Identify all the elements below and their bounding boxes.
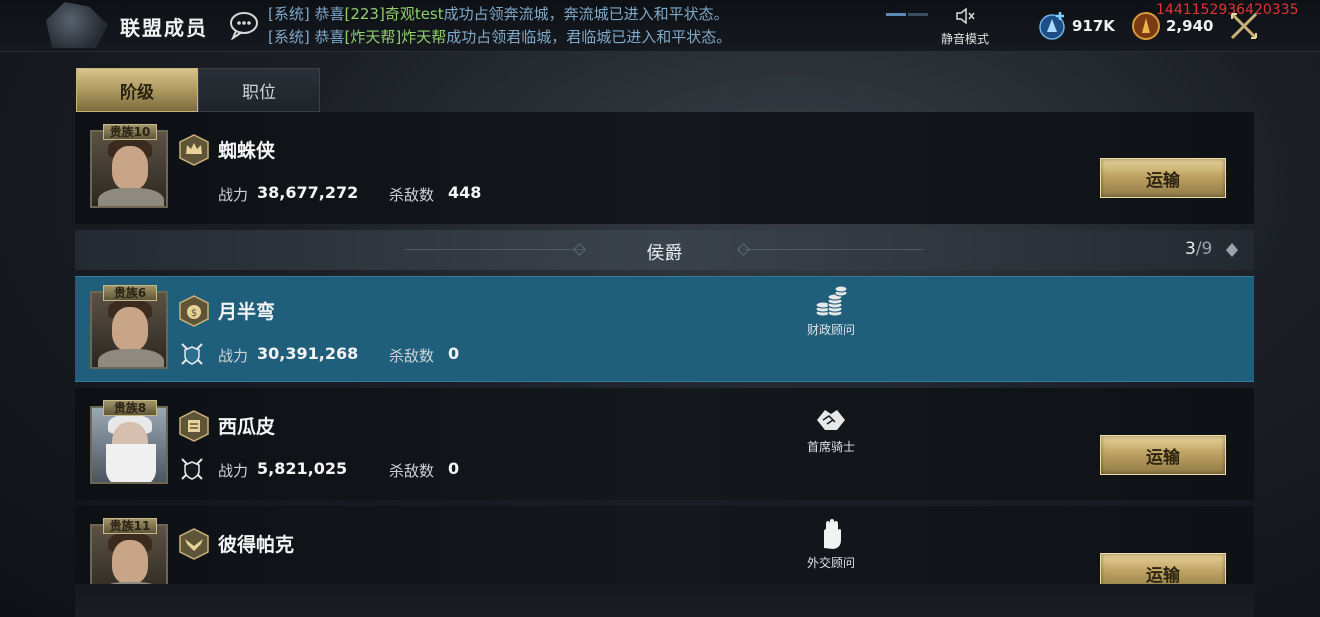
money-bag-badge-icon: $ [179,295,209,327]
page-title: 联盟成员 [120,16,208,40]
diamond-icon [1226,243,1238,257]
wings-badge-icon [179,528,209,560]
noble-rank-tag: 贵族10 [103,124,157,140]
avatar[interactable] [90,406,168,484]
power-value: 5,821,025 [257,459,348,478]
tab-rank[interactable]: 阶级 [76,68,198,112]
power-value: 30,391,268 [257,344,359,363]
tab-bar: 阶级 职位 [76,68,320,112]
top-bar: 联盟成员 [系统] 恭喜[223]奇观test成功占领奔流城，奔流城已进入和平状… [0,0,1320,52]
rank-count-max: /9 [1195,239,1213,259]
power-value: 38,677,272 [257,183,359,202]
avatar[interactable] [90,130,168,208]
member-card-leader[interactable]: 贵族10 蜘蛛侠 战力 38,677,272 杀敌数 448 运输 [75,112,1254,224]
emblem-badge-icon [179,410,209,442]
crystal-amount: 917K [1072,17,1115,35]
crystal-resource[interactable]: 917K [1036,10,1115,42]
crossed-swords-shield-icon [181,343,203,365]
avatar[interactable] [90,291,168,369]
member-name: 西瓜皮 [218,416,276,438]
power-label: 战力 [218,186,249,204]
list-bottom-mask [75,584,1254,617]
svg-text:$: $ [191,308,197,319]
rank-count: 3/9 [1185,239,1212,259]
kills-label: 杀敌数 [389,347,435,365]
kills-label: 杀敌数 [389,186,435,204]
chat-message: [系统] 恭喜[223]奇观test成功占领奔流城，奔流城已进入和平状态。 [268,3,731,26]
member-name: 月半弯 [218,301,276,323]
member-name: 彼得帕克 [218,534,295,556]
kills-label: 杀敌数 [389,462,435,480]
chat-text: 成功占领君临城，君临城已进入和平状态。 [446,28,732,46]
rank-count-current: 3 [1185,239,1196,259]
chat-feed[interactable]: [系统] 恭喜[223]奇观test成功占领奔流城，奔流城已进入和平状态。 [系… [268,3,731,49]
duty-label: 首席骑士 [806,440,855,454]
crown-badge-icon [179,134,209,166]
crossed-swords-shield-icon [181,458,203,480]
chat-highlight: [炸天帮]炸天帮 [344,28,447,46]
member-card[interactable]: 贵族11 彼得帕克 外交顾问 运输 [75,506,1254,584]
chat-prefix: [系统] 恭喜 [268,28,345,46]
speaker-muted-icon [956,7,975,25]
crystal-icon [1039,12,1065,40]
noble-rank-tag: 贵族11 [103,518,157,534]
duty-diplomat[interactable]: 外交顾问 [795,518,867,571]
chat-text: 成功占领奔流城，奔流城已进入和平状态。 [443,5,729,23]
chat-icon[interactable] [228,10,260,40]
tab-position[interactable]: 职位 [198,68,320,112]
section-title: 侯爵 [646,243,683,264]
page-indicator [886,1,932,16]
chat-highlight: [223]奇观test [344,5,444,23]
rank-section-header: 侯爵 3/9 [75,230,1254,270]
kills-value: 0 [448,459,460,478]
mute-toggle[interactable]: 静音模式 [935,6,995,47]
power-label: 战力 [218,462,249,480]
alliance-crest-icon [46,2,108,48]
duty-chief-knight[interactable]: 首席骑士 [795,402,867,455]
member-name: 蜘蛛侠 [218,140,276,162]
noble-rank-tag: 贵族8 [103,400,157,416]
hand-icon [824,519,841,549]
duty-label: 外交顾问 [806,556,855,570]
close-icon[interactable] [1228,10,1260,42]
transport-button[interactable]: 运输 [1100,553,1226,584]
noble-rank-tag: 贵族6 [103,285,157,301]
member-card[interactable]: 贵族6 $ 月半弯 战力 30,391,268 杀敌数 0 财政顾问 [75,276,1254,382]
transport-button[interactable]: 运输 [1100,435,1226,475]
duty-treasurer[interactable]: 财政顾问 [795,285,867,338]
gold-amount: 2,940 [1166,17,1214,35]
handshake-icon [817,410,845,430]
coins-icon [815,285,848,317]
member-list[interactable]: 贵族10 蜘蛛侠 战力 38,677,272 杀敌数 448 运输 侯爵 3/9… [75,112,1254,584]
chat-message: [系统] 恭喜[炸天帮]炸天帮成功占领君临城，君临城已进入和平状态。 [268,26,731,49]
member-card[interactable]: 贵族8 西瓜皮 战力 5,821,025 杀敌数 0 首席骑士 运输 [75,388,1254,500]
duty-label: 财政顾问 [806,323,855,337]
kills-value: 0 [448,344,460,363]
chat-prefix: [系统] 恭喜 [268,5,345,23]
transport-button[interactable]: 运输 [1100,158,1226,198]
mute-label: 静音模式 [940,32,989,46]
power-label: 战力 [218,347,249,365]
kills-value: 448 [448,183,482,202]
